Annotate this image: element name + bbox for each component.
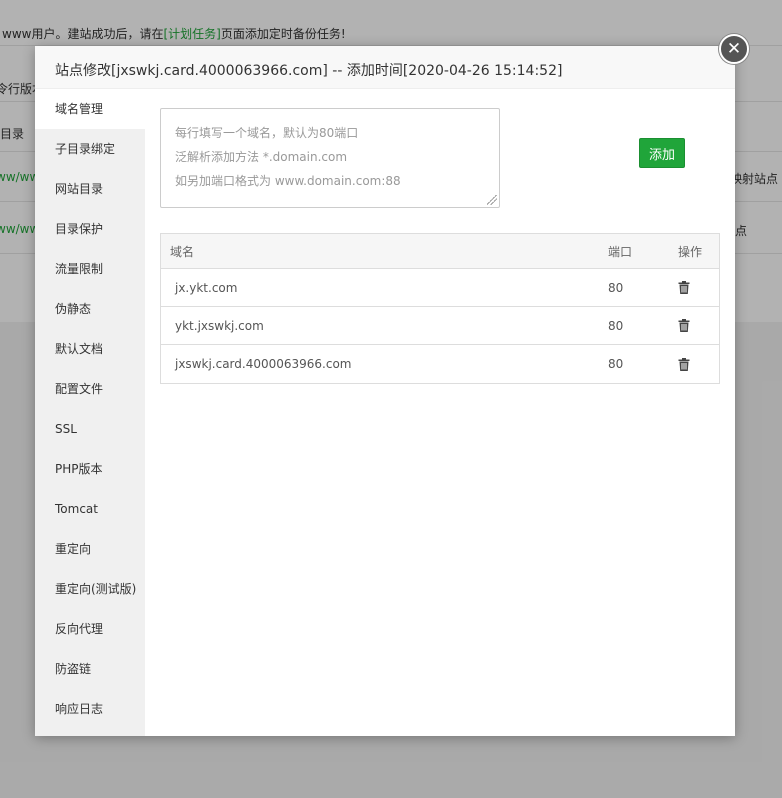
- sidebar-item-redirect[interactable]: 重定向: [35, 529, 145, 569]
- sidebar-item-domain-management[interactable]: 域名管理: [35, 89, 145, 129]
- sidebar-item-hotlink-protection[interactable]: 防盗链: [35, 649, 145, 689]
- placeholder-line: 泛解析添加方法 *.domain.com: [175, 150, 348, 164]
- add-domain-button[interactable]: 添加: [639, 138, 685, 168]
- sidebar-item-traffic-limit[interactable]: 流量限制: [35, 249, 145, 289]
- sidebar-item-default-document[interactable]: 默认文档: [35, 329, 145, 369]
- row-port: 80: [608, 357, 624, 371]
- sidebar-item-ssl[interactable]: SSL: [35, 409, 145, 449]
- trash-icon[interactable]: [678, 281, 690, 294]
- row-domain: jx.ykt.com: [175, 280, 238, 295]
- sidebar-item-subdirectory-binding[interactable]: 子目录绑定: [35, 129, 145, 169]
- site-edit-modal: 站点修改[jxswkj.card.4000063966.com] -- 添加时间…: [35, 34, 749, 736]
- row-domain: ykt.jxswkj.com: [175, 318, 264, 333]
- close-icon: ✕: [726, 38, 742, 59]
- sidebar-item-reverse-proxy[interactable]: 反向代理: [35, 609, 145, 649]
- sidebar-item-rewrite[interactable]: 伪静态: [35, 289, 145, 329]
- row-domain: jxswkj.card.4000063966.com: [175, 357, 352, 371]
- header-port: 端口: [608, 244, 633, 259]
- close-button[interactable]: ✕: [719, 34, 749, 64]
- sidebar-item-response-log[interactable]: 响应日志: [35, 689, 145, 729]
- table-row: jx.ykt.com 80: [161, 269, 719, 307]
- delete-button[interactable]: [678, 307, 690, 344]
- domain-management-panel: 每行填写一个域名，默认为80端口 泛解析添加方法 *.domain.com 如另…: [145, 89, 735, 736]
- header-operation: 操作: [678, 244, 703, 259]
- sidebar-item-tomcat[interactable]: Tomcat: [35, 489, 145, 529]
- table-row: jxswkj.card.4000063966.com 80: [161, 345, 719, 383]
- sidebar-item-redirect-beta[interactable]: 重定向(测试版): [35, 569, 145, 609]
- modal-title: 站点修改[jxswkj.card.4000063966.com] -- 添加时间…: [35, 46, 735, 89]
- table-row: ykt.jxswkj.com 80: [161, 307, 719, 345]
- placeholder-line: 每行填写一个域名，默认为80端口: [175, 126, 359, 140]
- sidebar-item-site-directory[interactable]: 网站目录: [35, 169, 145, 209]
- row-port: 80: [608, 318, 624, 333]
- trash-icon[interactable]: [678, 357, 690, 371]
- sidebar-item-directory-protection[interactable]: 目录保护: [35, 209, 145, 249]
- delete-button[interactable]: [678, 269, 690, 306]
- placeholder-line: 如另加端口格式为 www.domain.com:88: [175, 174, 401, 188]
- table-header: 域名 端口 操作: [161, 234, 719, 269]
- header-domain: 域名: [170, 244, 195, 259]
- delete-button[interactable]: [678, 345, 690, 383]
- domain-input[interactable]: 每行填写一个域名，默认为80端口 泛解析添加方法 *.domain.com 如另…: [160, 108, 500, 208]
- sidebar-item-php-version[interactable]: PHP版本: [35, 449, 145, 489]
- domain-table: 域名 端口 操作 jx.ykt.com 80 ykt.jxswkj.com 80: [160, 233, 720, 384]
- row-port: 80: [608, 280, 624, 295]
- settings-sidebar: 域名管理 子目录绑定 网站目录 目录保护 流量限制 伪静态 默认文档 配置文件 …: [35, 89, 145, 736]
- trash-icon[interactable]: [678, 319, 690, 332]
- sidebar-item-config-file[interactable]: 配置文件: [35, 369, 145, 409]
- resize-handle-icon[interactable]: [487, 195, 497, 205]
